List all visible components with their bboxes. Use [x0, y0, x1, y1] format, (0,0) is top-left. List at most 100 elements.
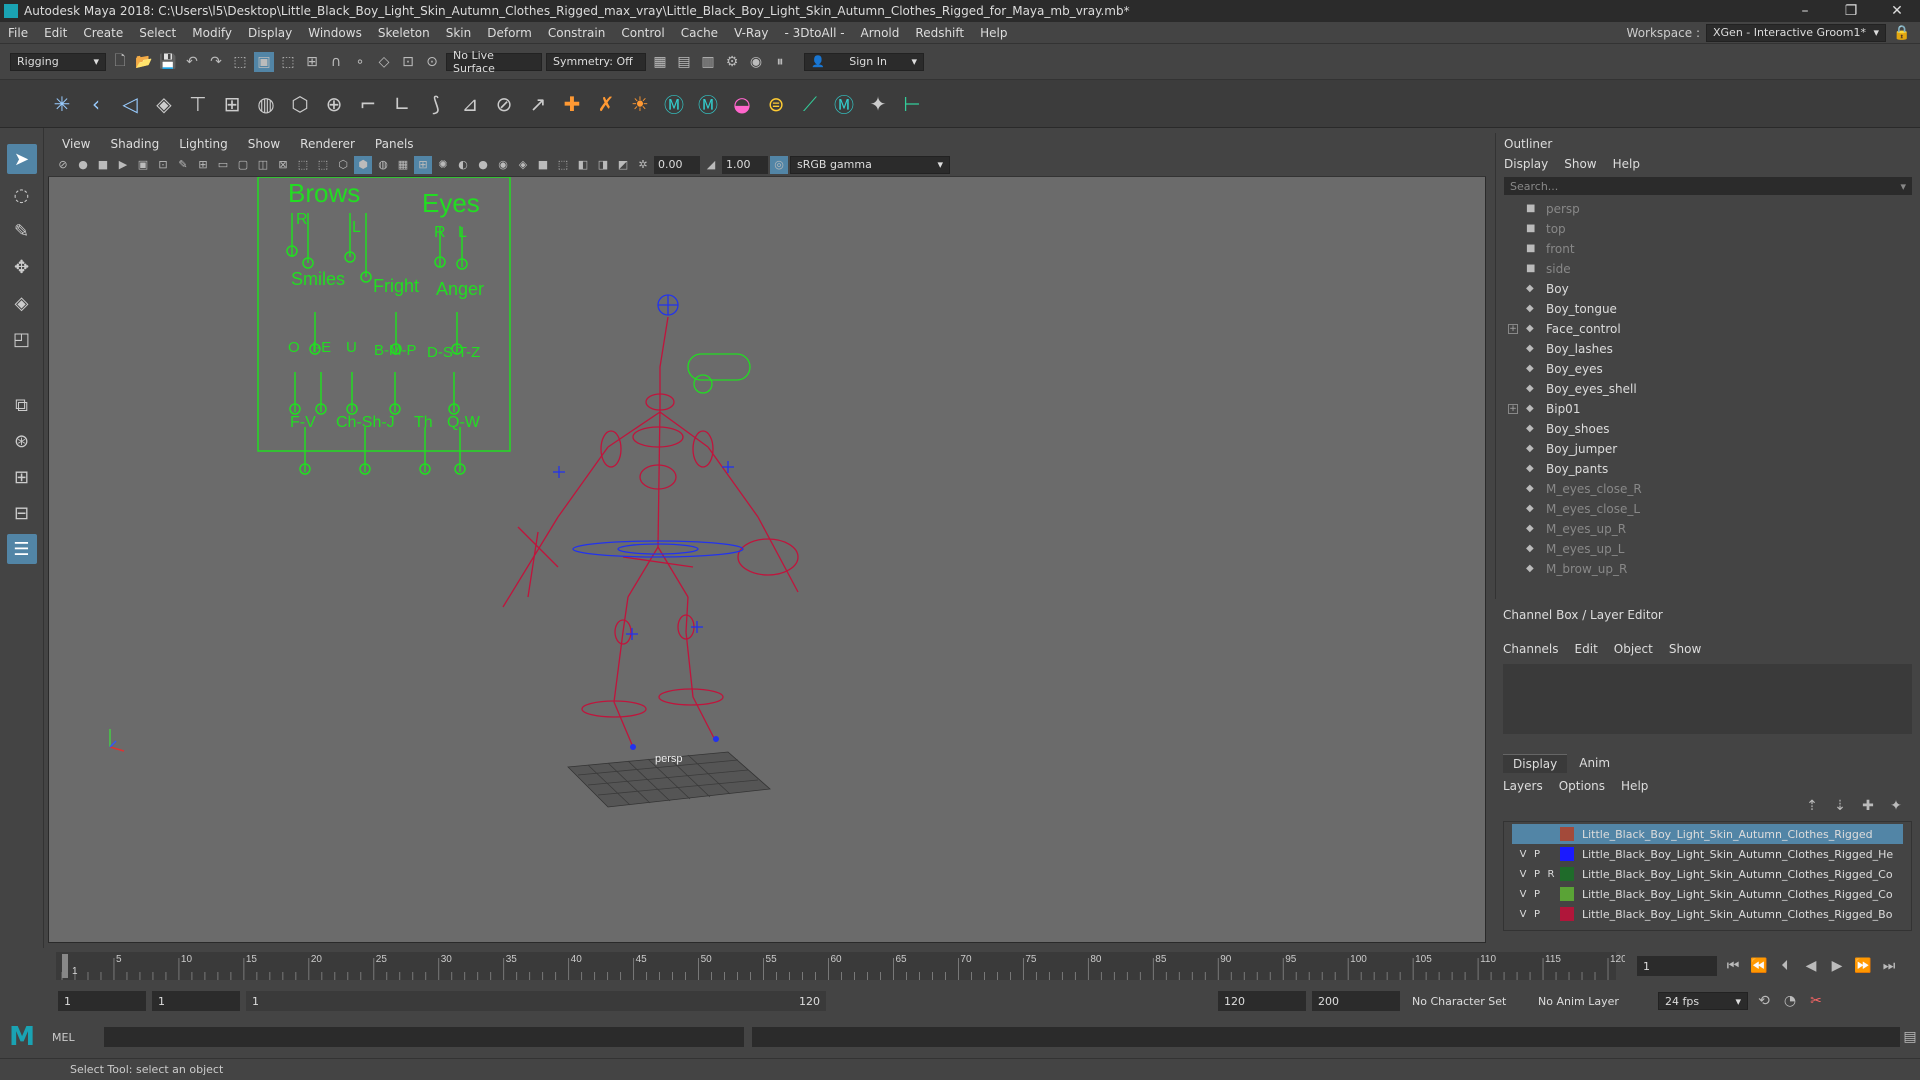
- constraint-parent-icon[interactable]: ⊘: [490, 90, 518, 118]
- smooth-skin-icon[interactable]: ◍: [252, 90, 280, 118]
- outliner-item[interactable]: ■ persp: [1526, 199, 1920, 219]
- step-back-frame-icon[interactable]: ⏴: [1775, 956, 1795, 976]
- layout-outliner-icon[interactable]: ☰: [6, 534, 37, 564]
- menu-file[interactable]: File: [0, 26, 36, 40]
- menu-3dtoall[interactable]: - 3DtoAll -: [776, 26, 852, 40]
- outliner-item[interactable]: ◆ M_brow_up_R: [1526, 559, 1920, 579]
- face-control-board[interactable]: Brows Eyes R L R L Smiles Fright Anger O…: [257, 177, 511, 475]
- layer-row[interactable]: V P R Little_Black_Boy_Light_Skin_Autumn_Cl…: [1512, 864, 1903, 884]
- channels-menu[interactable]: Channels: [1503, 642, 1559, 656]
- expand-icon[interactable]: +: [1508, 404, 1518, 414]
- blendshape-icon[interactable]: Ⓜ: [660, 90, 688, 118]
- layer-v-toggle[interactable]: V: [1518, 869, 1528, 880]
- move-layer-up-icon[interactable]: ⇡: [1802, 796, 1822, 816]
- tab-anim[interactable]: Anim: [1569, 754, 1620, 773]
- show-manipulator-icon[interactable]: ⊛: [7, 426, 37, 456]
- isolate-select-icon[interactable]: ⬚: [554, 156, 572, 174]
- bind-skin-icon[interactable]: ⊞: [218, 90, 246, 118]
- paint-select-icon[interactable]: ✎: [7, 216, 37, 246]
- wire-icon[interactable]: Ⓜ: [830, 90, 858, 118]
- menu-arnold[interactable]: Arnold: [853, 26, 908, 40]
- layer-p-toggle[interactable]: P: [1532, 849, 1542, 860]
- wrap-icon[interactable]: Ⓜ: [694, 90, 722, 118]
- outliner-item[interactable]: ■ front: [1526, 239, 1920, 259]
- sign-in-button[interactable]: 👤 Sign In ▾: [804, 52, 924, 71]
- safe-title-icon[interactable]: ⬚: [314, 156, 332, 174]
- outliner-item[interactable]: ◆ M_eyes_close_L: [1526, 499, 1920, 519]
- outliner-menu-show[interactable]: Show: [1564, 157, 1596, 171]
- xray-joints-icon[interactable]: ◨: [594, 156, 612, 174]
- play-back-icon[interactable]: ◀: [1801, 956, 1821, 976]
- soft-mod-icon[interactable]: ⟋: [796, 90, 824, 118]
- view-transform-dropdown[interactable]: sRGB gamma ▾: [790, 155, 950, 174]
- snap-live-icon[interactable]: ⊙: [422, 52, 442, 72]
- vp-menu-lighting[interactable]: Lighting: [171, 137, 236, 151]
- lattice-icon[interactable]: ⊕: [320, 90, 348, 118]
- constraint-scale-icon[interactable]: ⊿: [456, 90, 484, 118]
- undo-icon[interactable]: ↶: [182, 52, 202, 72]
- layout-single-icon[interactable]: ⊞: [7, 462, 37, 492]
- outliner-item[interactable]: + ◆ Bip01: [1508, 399, 1920, 419]
- constraint-point-icon[interactable]: ⌐: [354, 90, 382, 118]
- grease-pencil-icon[interactable]: ✎: [174, 156, 192, 174]
- layer-r-toggle[interactable]: R: [1546, 869, 1556, 880]
- outliner-item[interactable]: ◆ Boy_tongue: [1526, 299, 1920, 319]
- layer-p-toggle[interactable]: P: [1532, 889, 1542, 900]
- film-gate-icon[interactable]: ▭: [214, 156, 232, 174]
- lights-icon[interactable]: ✺: [434, 156, 452, 174]
- character-rig[interactable]: [502, 294, 799, 750]
- layer-row[interactable]: V P Little_Black_Boy_Light_Skin_Autumn_Clo…: [1512, 884, 1903, 904]
- cmd-language-label[interactable]: MEL: [44, 1031, 104, 1044]
- textured-icon[interactable]: ▦: [394, 156, 412, 174]
- constraint-orient-icon[interactable]: ⟆: [422, 90, 450, 118]
- xray-icon[interactable]: ◧: [574, 156, 592, 174]
- insert-joint-icon[interactable]: ◈: [150, 90, 178, 118]
- last-tool-icon[interactable]: ⧉: [7, 390, 37, 420]
- paint-weights-icon[interactable]: ⬡: [286, 90, 314, 118]
- menu-vray[interactable]: V-Ray: [726, 26, 776, 40]
- snap-surface-icon[interactable]: ⊡: [398, 52, 418, 72]
- set-driven-key-icon[interactable]: ⊢: [898, 90, 926, 118]
- select-object-icon[interactable]: ▣: [254, 51, 274, 72]
- outliner-item[interactable]: ◆ Boy_pants: [1526, 459, 1920, 479]
- constraint-aim-icon[interactable]: ∟: [388, 90, 416, 118]
- symmetry-dropdown[interactable]: Symmetry: Off: [546, 52, 646, 71]
- menu-control[interactable]: Control: [613, 26, 672, 40]
- sculpt-icon[interactable]: ⊜: [762, 90, 790, 118]
- outliner-item[interactable]: ◆ M_eyes_close_R: [1526, 479, 1920, 499]
- outliner-item[interactable]: ◆ Boy_eyes: [1526, 359, 1920, 379]
- character-set-dropdown[interactable]: No Character Set: [1406, 992, 1526, 1010]
- render-view-icon[interactable]: ▦: [650, 52, 670, 72]
- joint-tool-icon[interactable]: ✳: [48, 90, 76, 118]
- restore-button[interactable]: ❐: [1828, 3, 1874, 19]
- move-layer-down-icon[interactable]: ⇣: [1830, 796, 1850, 816]
- layers-options-menu[interactable]: Options: [1559, 779, 1605, 793]
- exposure-icon[interactable]: ✲: [634, 156, 652, 174]
- layer-color-swatch[interactable]: [1560, 867, 1574, 881]
- anti-aliasing-icon[interactable]: ◈: [514, 156, 532, 174]
- tab-display[interactable]: Display: [1503, 754, 1568, 773]
- vp-menu-show[interactable]: Show: [240, 137, 288, 151]
- anim-start-field[interactable]: 1: [152, 991, 240, 1011]
- hypershade-icon[interactable]: ◉: [746, 52, 766, 72]
- motion-blur-icon[interactable]: ◉: [494, 156, 512, 174]
- locator-icon[interactable]: ✚: [558, 90, 586, 118]
- new-layer-selected-icon[interactable]: ✦: [1886, 796, 1906, 816]
- snap-grid-icon[interactable]: ⊞: [302, 52, 322, 72]
- menu-edit[interactable]: Edit: [36, 26, 75, 40]
- preferences-icon[interactable]: ✂: [1806, 991, 1826, 1011]
- range-slider[interactable]: 1 120: [246, 991, 826, 1011]
- gamma-icon[interactable]: ◢: [702, 156, 720, 174]
- layer-color-swatch[interactable]: [1560, 907, 1574, 921]
- nonlinear-icon[interactable]: ◒: [728, 90, 756, 118]
- layers-help-menu[interactable]: Help: [1621, 779, 1648, 793]
- jaw-control[interactable]: [693, 374, 713, 394]
- redo-icon[interactable]: ↷: [206, 52, 226, 72]
- snap-curve-icon[interactable]: ∩: [326, 52, 346, 72]
- outliner-item[interactable]: ◆ M_eyes_up_L: [1526, 539, 1920, 559]
- layer-row[interactable]: Little_Black_Boy_Light_Skin_Autumn_Cloth…: [1512, 824, 1903, 844]
- menu-display[interactable]: Display: [240, 26, 300, 40]
- snap-view-icon[interactable]: ◇: [374, 52, 394, 72]
- channel-list-area[interactable]: [1503, 664, 1912, 734]
- eye-aim-control[interactable]: [687, 353, 751, 381]
